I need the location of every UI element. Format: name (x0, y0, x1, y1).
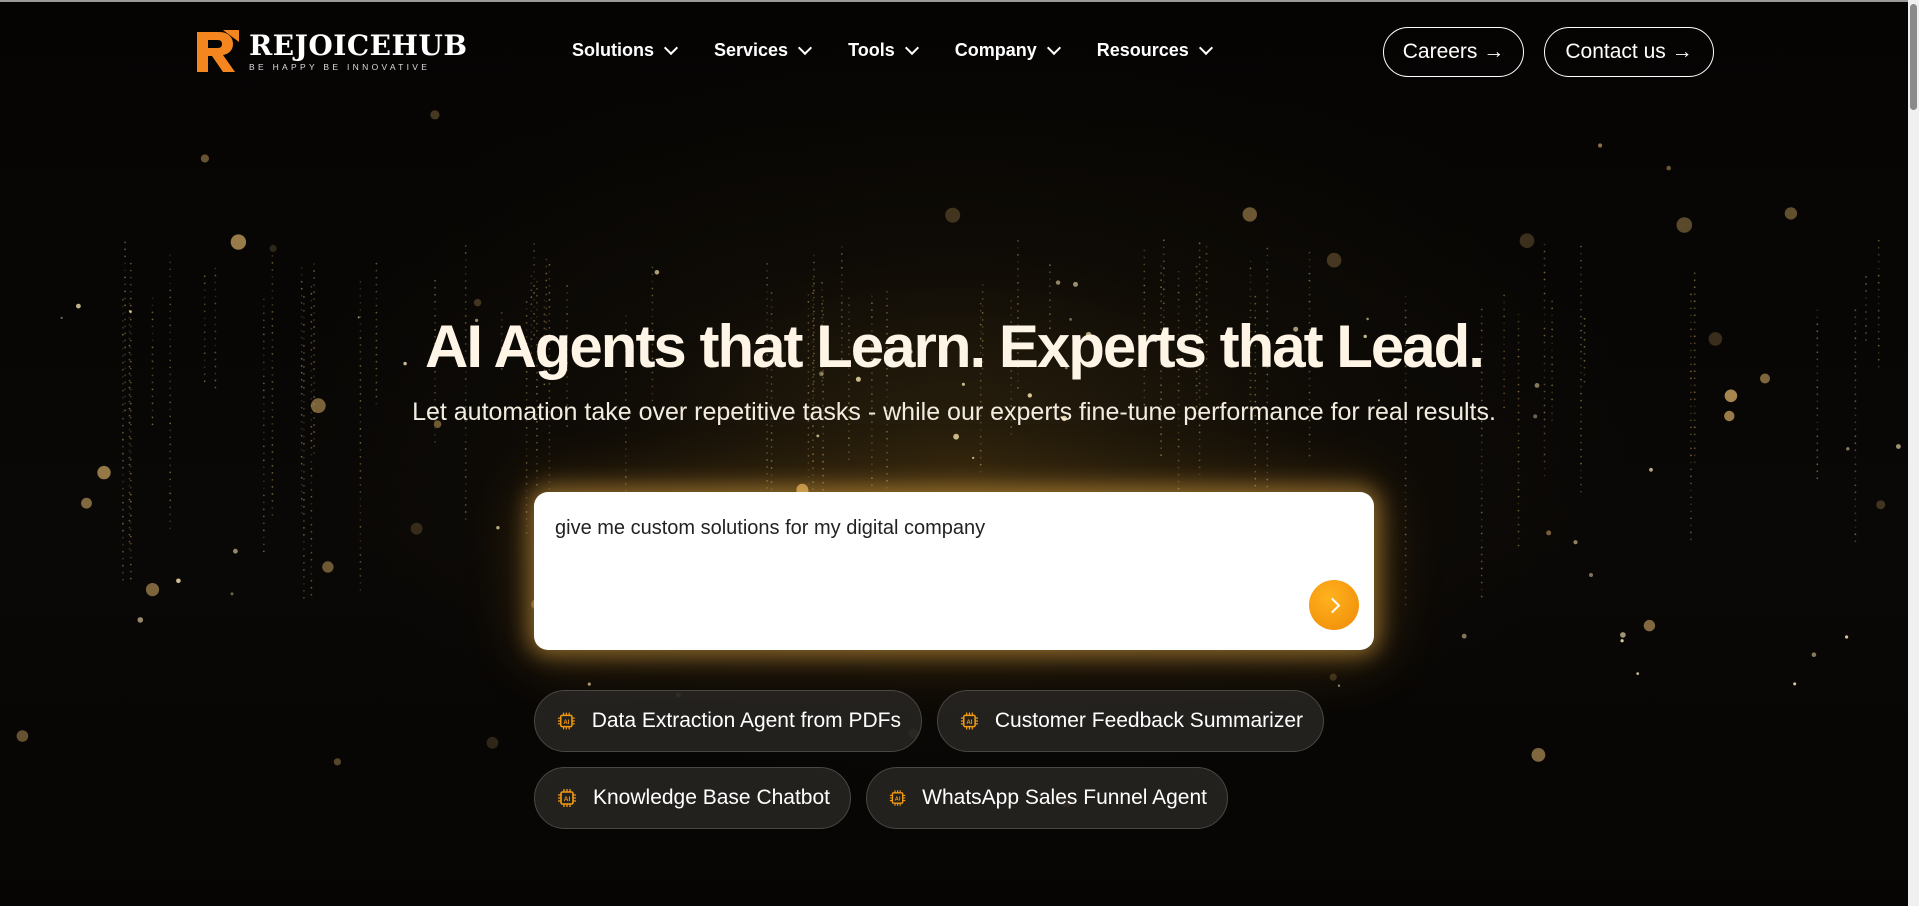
logo[interactable]: REJOICEHUB BE HAPPY BE INNOVATIVE (193, 28, 468, 76)
svg-text:AI: AI (895, 797, 901, 803)
suggestion-chip[interactable]: AI Knowledge Base Chatbot (534, 767, 851, 829)
nav-label: Company (954, 40, 1037, 60)
logo-tagline: BE HAPPY BE INNOVATIVE (249, 62, 431, 73)
careers-button[interactable]: Careers → (1383, 27, 1524, 77)
chip-label: WhatsApp Sales Funnel Agent (922, 786, 1207, 809)
send-button[interactable] (1309, 580, 1359, 630)
suggestion-chip[interactable]: AI WhatsApp Sales Funnel Agent (866, 767, 1228, 829)
suggestion-chip[interactable]: AI Customer Feedback Summarizer (937, 690, 1324, 752)
scrollbar-thumb[interactable] (1910, 4, 1917, 110)
main-nav: Solutions Services Tools Company Resourc… (572, 40, 1249, 61)
hero-subline: Let automation take over repetitive task… (412, 398, 1496, 426)
rejoicehub-logo-icon (197, 30, 239, 72)
ai-chip-icon: AI (558, 789, 576, 807)
nav-company[interactable]: Company (954, 40, 1061, 61)
svg-text:AI: AI (966, 719, 972, 726)
chevron-down-icon (663, 40, 679, 56)
nav-solutions[interactable]: Solutions (572, 40, 679, 61)
prompt-input[interactable] (553, 516, 1317, 541)
nav-services[interactable]: Services (714, 40, 813, 61)
nav-label: Resources (1096, 40, 1189, 60)
suggestion-chip[interactable]: AI Data Extraction Agent from PDFs (534, 690, 922, 752)
nav-label: Services (714, 40, 789, 60)
svg-text:AI: AI (564, 796, 571, 803)
window-top-border (0, 0, 1919, 2)
nav-tools[interactable]: Tools (848, 40, 919, 61)
chevron-down-icon (798, 40, 813, 56)
scrollbar[interactable] (1908, 0, 1919, 906)
chevron-down-icon (1046, 40, 1061, 56)
chevron-down-icon (904, 40, 919, 56)
contact-us-button[interactable]: Contact us → (1544, 27, 1714, 77)
logo-name: REJOICEHUB (249, 29, 468, 63)
chip-label: Customer Feedback Summarizer (994, 709, 1303, 732)
prompt-box (534, 492, 1374, 650)
ai-chip-icon: AI (889, 790, 906, 806)
svg-text:AI: AI (563, 720, 569, 726)
chip-label: Data Extraction Agent from PDFs (591, 709, 901, 732)
chevron-right-icon (1324, 597, 1340, 613)
nav-resources[interactable]: Resources (1096, 40, 1213, 61)
ai-chip-icon: AI (557, 712, 575, 730)
chip-label: Knowledge Base Chatbot (593, 786, 830, 809)
ai-chip-icon: AI (960, 712, 978, 730)
nav-label: Solutions (572, 40, 654, 60)
chevron-down-icon (1198, 40, 1213, 56)
hero-headline: AI Agents that Learn. Experts that Lead. (425, 313, 1485, 380)
nav-label: Tools (848, 40, 895, 60)
